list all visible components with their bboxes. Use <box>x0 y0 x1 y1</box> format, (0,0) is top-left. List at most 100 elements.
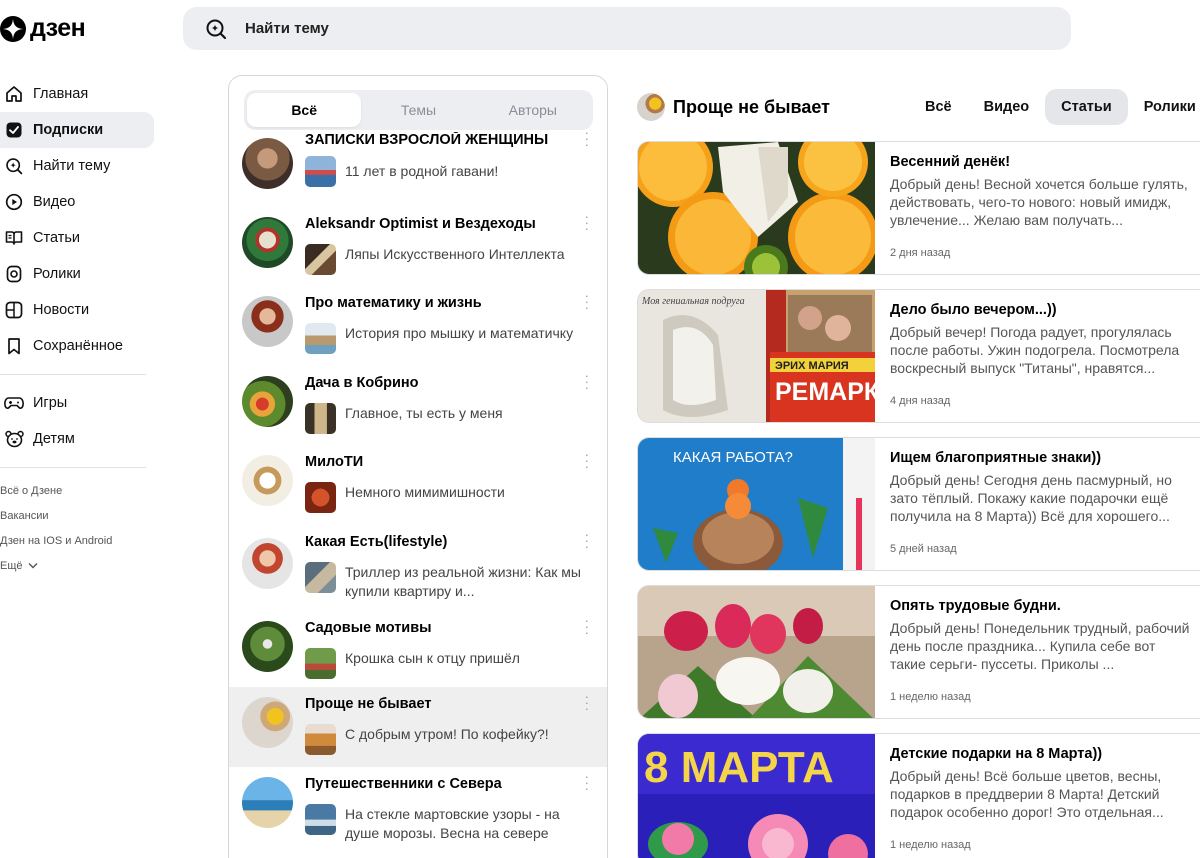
more-icon[interactable]: · · · <box>585 126 589 151</box>
nav-item-label: Ролики <box>33 266 81 282</box>
nav-item-kids[interactable]: Детям <box>0 421 154 457</box>
notebook-text: КАКАЯ РАБОТА? <box>673 449 793 466</box>
book-title-text: Моя гениальная подруга <box>641 296 745 307</box>
channel-name: Про математику и жизнь <box>305 295 482 312</box>
post-thumbnail <box>305 323 336 355</box>
more-icon[interactable]: · · · <box>585 289 589 314</box>
tab-clips[interactable]: Ролики <box>1128 89 1200 125</box>
tab-all[interactable]: Всё <box>247 93 362 127</box>
nav-item-saved[interactable]: Сохранённое <box>0 328 154 364</box>
footer-link-apps[interactable]: Дзен на IOS и Android <box>0 528 160 553</box>
list-item[interactable]: Aleksandr Optimist и Вездеходы · · · Ляпы … <box>229 207 607 286</box>
avatar <box>242 138 293 189</box>
subscriptions-tabs: Всё Темы Авторы <box>244 90 593 130</box>
article-date: 1 неделю назад <box>890 691 971 703</box>
post-title[interactable]: Главное, ты есть у меня <box>345 404 595 423</box>
nav-item-label: Видео <box>33 194 76 210</box>
nav-item-subscriptions[interactable]: Подписки <box>0 112 154 148</box>
article-image <box>638 586 875 718</box>
nav-item-label: Подписки <box>33 122 104 138</box>
post-thumbnail <box>305 723 336 755</box>
more-icon[interactable]: · · · <box>585 770 589 795</box>
post-thumbnail <box>305 244 336 275</box>
nav-item-news[interactable]: Новости <box>0 292 154 328</box>
more-icon[interactable]: · · · <box>585 210 589 235</box>
article-title[interactable]: Опять трудовые будни. <box>890 598 1190 614</box>
list-item[interactable]: Дача в Кобрино · · · Главное, ты есть у ме… <box>229 366 607 445</box>
article-body: Весенний денёк! Добрый день! Весной хоче… <box>890 154 1190 259</box>
article-body: Ищем благоприятные знаки)) Добрый день! … <box>890 450 1190 555</box>
channel-tabs: Всё Видео Статьи Ролики <box>909 89 1200 125</box>
article-card[interactable]: Весенний денёк! Добрый день! Весной хоче… <box>637 141 1200 275</box>
tab-articles[interactable]: Статьи <box>1045 89 1128 125</box>
article-card[interactable]: Моя гениальная подруга ЭРИХ МАРИЯ РЕМАРК… <box>637 289 1200 423</box>
post-title[interactable]: На стекле мартовские узоры - на душе мор… <box>345 805 595 843</box>
list-item[interactable]: Про математику и жизнь · · · История про м… <box>229 286 607 365</box>
footer-link-about[interactable]: Всё о Дзене <box>0 478 160 503</box>
article-image: Моя гениальная подруга ЭРИХ МАРИЯ РЕМАРК <box>638 290 875 422</box>
more-icon[interactable]: · · · <box>585 528 589 553</box>
left-navigation: Главная Подписки Найти тему Видео Статьи… <box>0 76 160 578</box>
news-icon <box>4 300 24 320</box>
article-title[interactable]: Весенний денёк! <box>890 154 1190 170</box>
nav-item-articles[interactable]: Статьи <box>0 220 154 256</box>
more-icon[interactable]: · · · <box>585 448 589 473</box>
banner-text: 8 МАРТА <box>644 743 834 792</box>
nav-item-clips[interactable]: Ролики <box>0 256 154 292</box>
article-image <box>638 142 875 274</box>
more-icon[interactable]: · · · <box>585 690 589 715</box>
list-item[interactable]: Проще не бывает · · · С добрым утром! По к… <box>229 686 607 767</box>
channel-header[interactable]: Проще не бывает <box>637 91 830 123</box>
article-card[interactable]: КАКАЯ РАБОТА? Ищем благоприятные знаки))… <box>637 437 1200 571</box>
list-item[interactable]: МилоТИ · · · Немного мимимишности <box>229 445 607 524</box>
subscriptions-icon <box>4 120 24 140</box>
post-title[interactable]: Немного мимимишности <box>345 483 595 502</box>
tab-all[interactable]: Всё <box>909 89 968 125</box>
tab-authors[interactable]: Авторы <box>476 93 590 127</box>
post-title[interactable]: Триллер из реальной жизни: Как мы купили… <box>345 563 595 601</box>
list-item[interactable]: Какая Есть(lifestyle) · · · Триллер из реа… <box>229 525 607 611</box>
nav-item-label: Игры <box>33 395 68 411</box>
post-title[interactable]: С добрым утром! По кофейку?! <box>345 725 595 744</box>
logo[interactable]: дзен <box>0 14 86 43</box>
article-card[interactable]: 8 МАРТА Детские подарки на 8 Марта)) Доб… <box>637 733 1200 858</box>
article-title[interactable]: Ищем благоприятные знаки)) <box>890 450 1190 466</box>
list-item[interactable]: ЗАПИСКИ ВЗРОСЛОЙ ЖЕНЩИНЫ · · · 11 лет в ро… <box>229 126 607 207</box>
more-icon[interactable]: · · · <box>585 614 589 639</box>
tab-topics[interactable]: Темы <box>361 93 475 127</box>
nav-item-games[interactable]: Игры <box>0 385 154 421</box>
post-title[interactable]: История про мышку и математичку <box>345 324 595 343</box>
gamepad-icon <box>4 393 24 413</box>
nav-item-find-topic[interactable]: Найти тему <box>0 148 154 184</box>
footer-link-more[interactable]: Ещё <box>0 553 160 578</box>
post-title[interactable]: Крошка сын к отцу пришёл <box>345 649 595 668</box>
more-label: Ещё <box>0 559 23 572</box>
channel-name: Aleksandr Optimist и Вездеходы <box>305 216 536 232</box>
article-card[interactable]: Опять трудовые будни. Добрый день! Понед… <box>637 585 1200 719</box>
post-thumbnail <box>305 803 336 835</box>
nav-item-label: Статьи <box>33 230 80 246</box>
nav-item-home[interactable]: Главная <box>0 76 154 112</box>
footer-link-vacancies[interactable]: Вакансии <box>0 503 160 528</box>
avatar <box>242 776 293 828</box>
search-input[interactable]: Найти тему <box>245 20 329 37</box>
dzen-logo-icon <box>0 15 26 42</box>
nav-item-video[interactable]: Видео <box>0 184 154 220</box>
tab-video[interactable]: Видео <box>968 89 1046 125</box>
more-icon[interactable]: · · · <box>585 369 589 394</box>
article-date: 5 дней назад <box>890 543 957 555</box>
list-item[interactable]: Путешественники с Севера · · · На стекле м… <box>229 767 607 846</box>
search-bar[interactable]: Найти тему <box>183 7 1071 50</box>
post-title[interactable]: 11 лет в родной гавани! <box>345 162 595 181</box>
post-title[interactable]: Ляпы Искусственного Интеллекта <box>345 245 595 264</box>
list-item[interactable]: Садовые мотивы · · · Крошка сын к отцу при… <box>229 611 607 687</box>
article-title[interactable]: Детские подарки на 8 Марта)) <box>890 746 1190 762</box>
article-date: 2 дня назад <box>890 247 951 259</box>
avatar <box>242 455 293 507</box>
bookmark-icon <box>4 336 24 356</box>
article-title[interactable]: Дело было вечером...)) <box>890 302 1190 318</box>
article-snippet: Добрый день! Понедельник трудный, рабочи… <box>890 620 1190 672</box>
nav-item-label: Сохранённое <box>33 338 123 354</box>
channel-name: Проще не бывает <box>305 695 432 712</box>
find-topic-icon <box>4 156 24 176</box>
